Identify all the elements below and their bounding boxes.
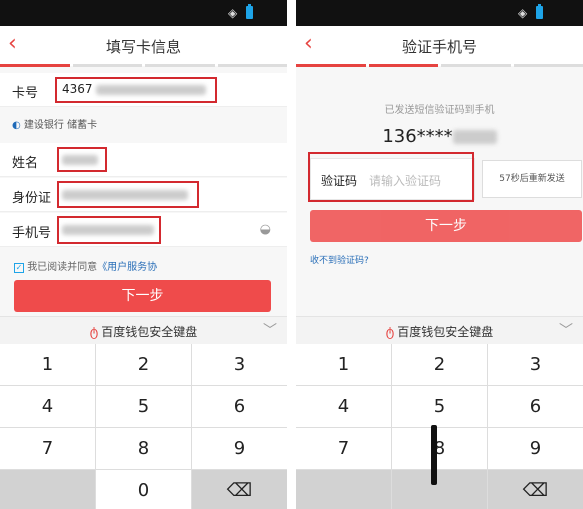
phone-prefix: 136**** (382, 126, 453, 147)
nav-bar: ‹ 验证手机号 (296, 26, 583, 66)
phone-suffix-blurred (452, 130, 497, 144)
agreement-link[interactable]: 《用户服务协 (97, 262, 157, 273)
bank-name: 建设银行 储蓄卡 (23, 120, 98, 131)
status-bar: ◈ (296, 0, 583, 26)
baidu-wallet-logo-icon: ტ (385, 325, 395, 340)
wifi-icon: ◈ (518, 6, 528, 20)
sms-sent-hint: 已发送短信验证码到手机 (384, 105, 495, 116)
key-9[interactable]: 9 (192, 428, 287, 469)
eye-icon[interactable]: ◒ (260, 222, 271, 237)
bank-info: ◐ 建设银行 储蓄卡 (12, 116, 97, 131)
keyboard-title: 百度钱包安全键盘 (101, 325, 198, 339)
highlight-code (308, 152, 474, 202)
next-button[interactable]: 下一步 (310, 210, 582, 242)
name-row[interactable]: 姓名 (0, 143, 287, 177)
no-code-link[interactable]: 收不到验证码? (310, 253, 369, 266)
nav-bar: ‹ 填写卡信息 (0, 26, 287, 66)
keyboard-header: ტ 百度钱包安全键盘 ﹀ (296, 316, 583, 344)
keyboard-title: 百度钱包安全键盘 (397, 325, 494, 339)
chevron-down-icon[interactable]: ﹀ (559, 320, 573, 340)
key-8[interactable]: 8 (392, 428, 487, 469)
next-button[interactable]: 下一步 (14, 280, 271, 312)
agreement: ✓ 我已阅读并同意《用户服务协 (14, 258, 157, 273)
battery-icon (246, 4, 253, 19)
key-blank (296, 470, 391, 509)
key-8[interactable]: 8 (96, 428, 191, 469)
keyboard-header: ტ 百度钱包安全键盘 ﹀ (0, 316, 287, 344)
step-progress (296, 64, 583, 67)
key-7[interactable]: 7 (296, 428, 391, 469)
key-4[interactable]: 4 (296, 386, 391, 427)
key-6[interactable]: 6 (192, 386, 287, 427)
agree-text: 我已阅读并同意 (27, 262, 98, 273)
wifi-icon: ◈ (228, 6, 238, 20)
key-2[interactable]: 2 (96, 344, 191, 385)
card-number-label: 卡号 (12, 86, 39, 101)
key-5[interactable]: 5 (392, 386, 487, 427)
key-3[interactable]: 3 (488, 344, 583, 385)
status-bar: ◈ (0, 0, 287, 26)
ccb-bank-icon: ◐ (12, 120, 21, 131)
step-progress (0, 64, 287, 67)
secure-keyboard: 1 2 3 4 5 6 7 8 9 ⌫ (296, 344, 583, 509)
key-5[interactable]: 5 (96, 386, 191, 427)
name-label: 姓名 (12, 156, 39, 171)
key-7[interactable]: 7 (0, 428, 95, 469)
delete-icon[interactable]: ⌫ (192, 470, 287, 509)
chevron-down-icon[interactable]: ﹀ (263, 320, 277, 340)
page-title: 验证手机号 (401, 38, 477, 56)
card-info-screen: ◈ ‹ 填写卡信息 卡号 4367 ◐ 建设银行 储蓄卡 姓名 身份证 手机号 … (0, 0, 287, 509)
key-3[interactable]: 3 (192, 344, 287, 385)
highlight-phone (57, 216, 161, 244)
key-0-blank[interactable] (392, 470, 487, 509)
masked-phone: 136**** (296, 126, 583, 147)
battery-icon (536, 4, 543, 19)
key-1[interactable]: 1 (0, 344, 95, 385)
text-cursor-icon (431, 425, 437, 485)
page-title: 填写卡信息 (105, 38, 181, 56)
key-4[interactable]: 4 (0, 386, 95, 427)
key-9[interactable]: 9 (488, 428, 583, 469)
verify-phone-screen: ◈ ‹ 验证手机号 已发送短信验证码到手机 136**** 验证码 请输入验证码… (296, 0, 583, 509)
key-blank (0, 470, 95, 509)
highlight-card-number (55, 77, 217, 103)
key-6[interactable]: 6 (488, 386, 583, 427)
key-0[interactable]: 0 (96, 470, 191, 509)
key-2[interactable]: 2 (392, 344, 487, 385)
phone-label: 手机号 (12, 226, 52, 241)
agree-checkbox[interactable]: ✓ (14, 263, 24, 273)
key-1[interactable]: 1 (296, 344, 391, 385)
baidu-wallet-logo-icon: ტ (89, 325, 99, 340)
secure-keyboard: 1 2 3 4 5 6 7 8 9 0 ⌫ (0, 344, 287, 509)
resend-button[interactable]: 57秒后重新发送 (482, 160, 582, 198)
id-label: 身份证 (12, 191, 52, 206)
highlight-name (57, 147, 107, 172)
delete-icon[interactable]: ⌫ (488, 470, 583, 509)
highlight-id (57, 181, 199, 208)
